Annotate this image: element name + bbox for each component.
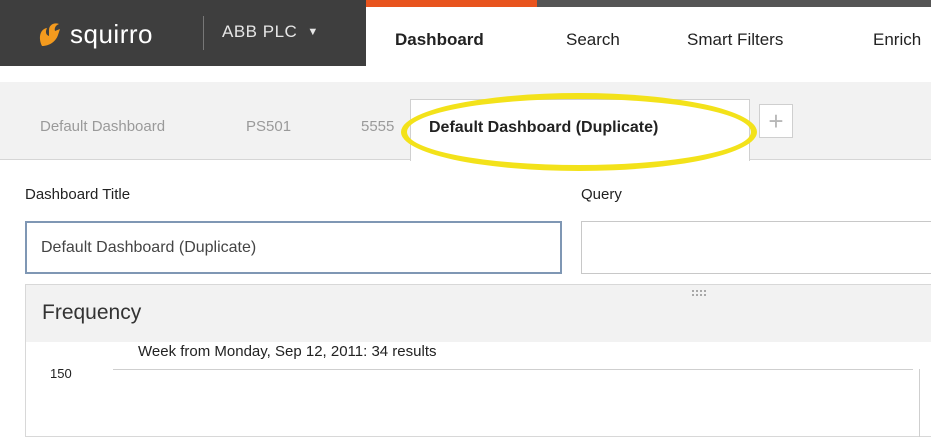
active-tab-label: Default Dashboard (Duplicate): [429, 119, 659, 136]
project-label: ABB PLC: [222, 22, 298, 41]
nav-tab-dashboard[interactable]: Dashboard: [395, 30, 484, 50]
y-axis-tick-label: 150: [50, 366, 72, 381]
nav-accent-bar: [366, 0, 931, 7]
dashboard-title-input[interactable]: [25, 221, 562, 274]
tab-ps501[interactable]: PS501: [246, 118, 291, 135]
tab-5555[interactable]: 5555: [361, 118, 394, 135]
divider: [203, 16, 204, 50]
dashboard-title-label: Dashboard Title: [25, 186, 131, 203]
chart-tooltip: Week from Monday, Sep 12, 2011: 34 resul…: [138, 343, 437, 360]
nav-tab-smart-filters[interactable]: Smart Filters: [687, 30, 783, 50]
query-label: Query: [581, 186, 622, 203]
brand-area: squirro ABB PLC ▼: [0, 0, 366, 66]
dashboard-tab-bar: Default Dashboard PS501 5555 Default Das…: [0, 82, 931, 161]
widget-title: Frequency: [42, 301, 142, 324]
widget-header: Frequency: [26, 285, 931, 342]
active-nav-indicator: [366, 0, 537, 7]
top-navigation: squirro ABB PLC ▼ Dashboard Search Smart…: [0, 0, 931, 82]
query-input[interactable]: [581, 221, 931, 274]
plus-icon: +: [768, 106, 784, 136]
tab-default-dashboard-duplicate[interactable]: Default Dashboard (Duplicate): [410, 99, 750, 161]
tab-default-dashboard[interactable]: Default Dashboard: [40, 118, 165, 135]
chart-gridline: [113, 369, 913, 370]
nav-tab-enrich[interactable]: Enrich: [873, 30, 921, 50]
logo-text: squirro: [70, 19, 153, 49]
project-selector[interactable]: ABB PLC ▼: [222, 22, 319, 42]
nav-tab-search[interactable]: Search: [566, 30, 620, 50]
chart-border: [919, 369, 920, 437]
add-dashboard-button[interactable]: +: [759, 104, 793, 138]
caret-down-icon: ▼: [307, 26, 319, 38]
squirrel-icon: [39, 23, 60, 46]
squirro-logo[interactable]: squirro: [36, 20, 153, 48]
frequency-widget: Frequency Week from Monday, Sep 12, 2011…: [25, 284, 931, 437]
drag-handle-icon[interactable]: [691, 289, 707, 297]
